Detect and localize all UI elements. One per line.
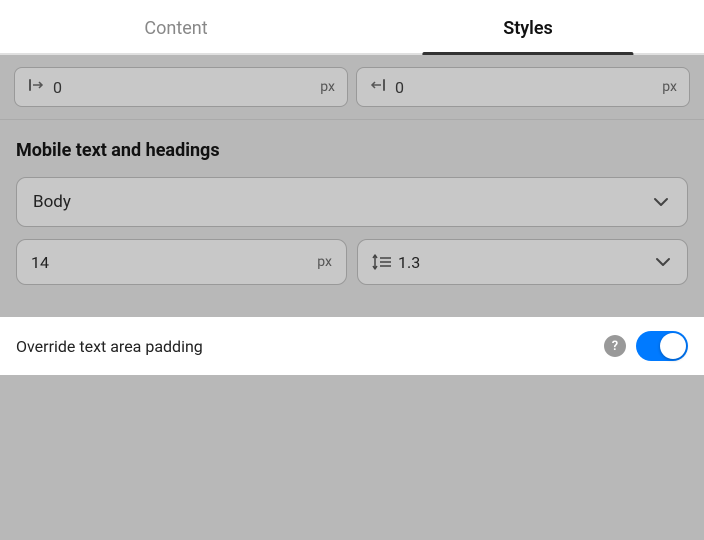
margin-right-input[interactable]: 0 px <box>356 67 690 107</box>
line-height-chevron <box>653 252 673 272</box>
line-height-dropdown[interactable]: 1.3 <box>357 239 688 285</box>
line-height-icon <box>372 253 392 271</box>
font-size-value: 14 <box>31 253 309 272</box>
tab-content[interactable]: Content <box>0 0 352 53</box>
override-toggle[interactable] <box>636 331 688 361</box>
tab-styles[interactable]: Styles <box>352 0 704 53</box>
font-line-height-row: 14 px <box>16 239 688 285</box>
mobile-text-section: Mobile text and headings Body 14 px <box>0 120 704 317</box>
font-size-unit: px <box>317 254 332 270</box>
top-inputs-row: 0 px 0 px <box>0 55 704 120</box>
margin-left-icon <box>27 76 45 98</box>
override-row: Override text area padding ? <box>0 317 704 375</box>
margin-right-value: 0 <box>395 78 654 97</box>
margin-right-unit: px <box>662 79 677 95</box>
main-content: 0 px 0 px Mobile text and headings <box>0 55 704 540</box>
body-dropdown-chevron <box>651 192 671 212</box>
margin-left-value: 0 <box>53 78 312 97</box>
font-size-input[interactable]: 14 px <box>16 239 347 285</box>
help-icon[interactable]: ? <box>604 335 626 357</box>
body-dropdown-label: Body <box>33 192 651 212</box>
toggle-thumb <box>660 333 686 359</box>
app-container: Content Styles 0 px <box>0 0 704 540</box>
margin-right-icon <box>369 76 387 98</box>
body-dropdown[interactable]: Body <box>16 177 688 227</box>
section-title: Mobile text and headings <box>16 140 688 161</box>
line-height-value: 1.3 <box>398 253 647 272</box>
tab-bar: Content Styles <box>0 0 704 55</box>
override-label: Override text area padding <box>16 337 594 356</box>
margin-left-unit: px <box>320 79 335 95</box>
margin-left-input[interactable]: 0 px <box>14 67 348 107</box>
